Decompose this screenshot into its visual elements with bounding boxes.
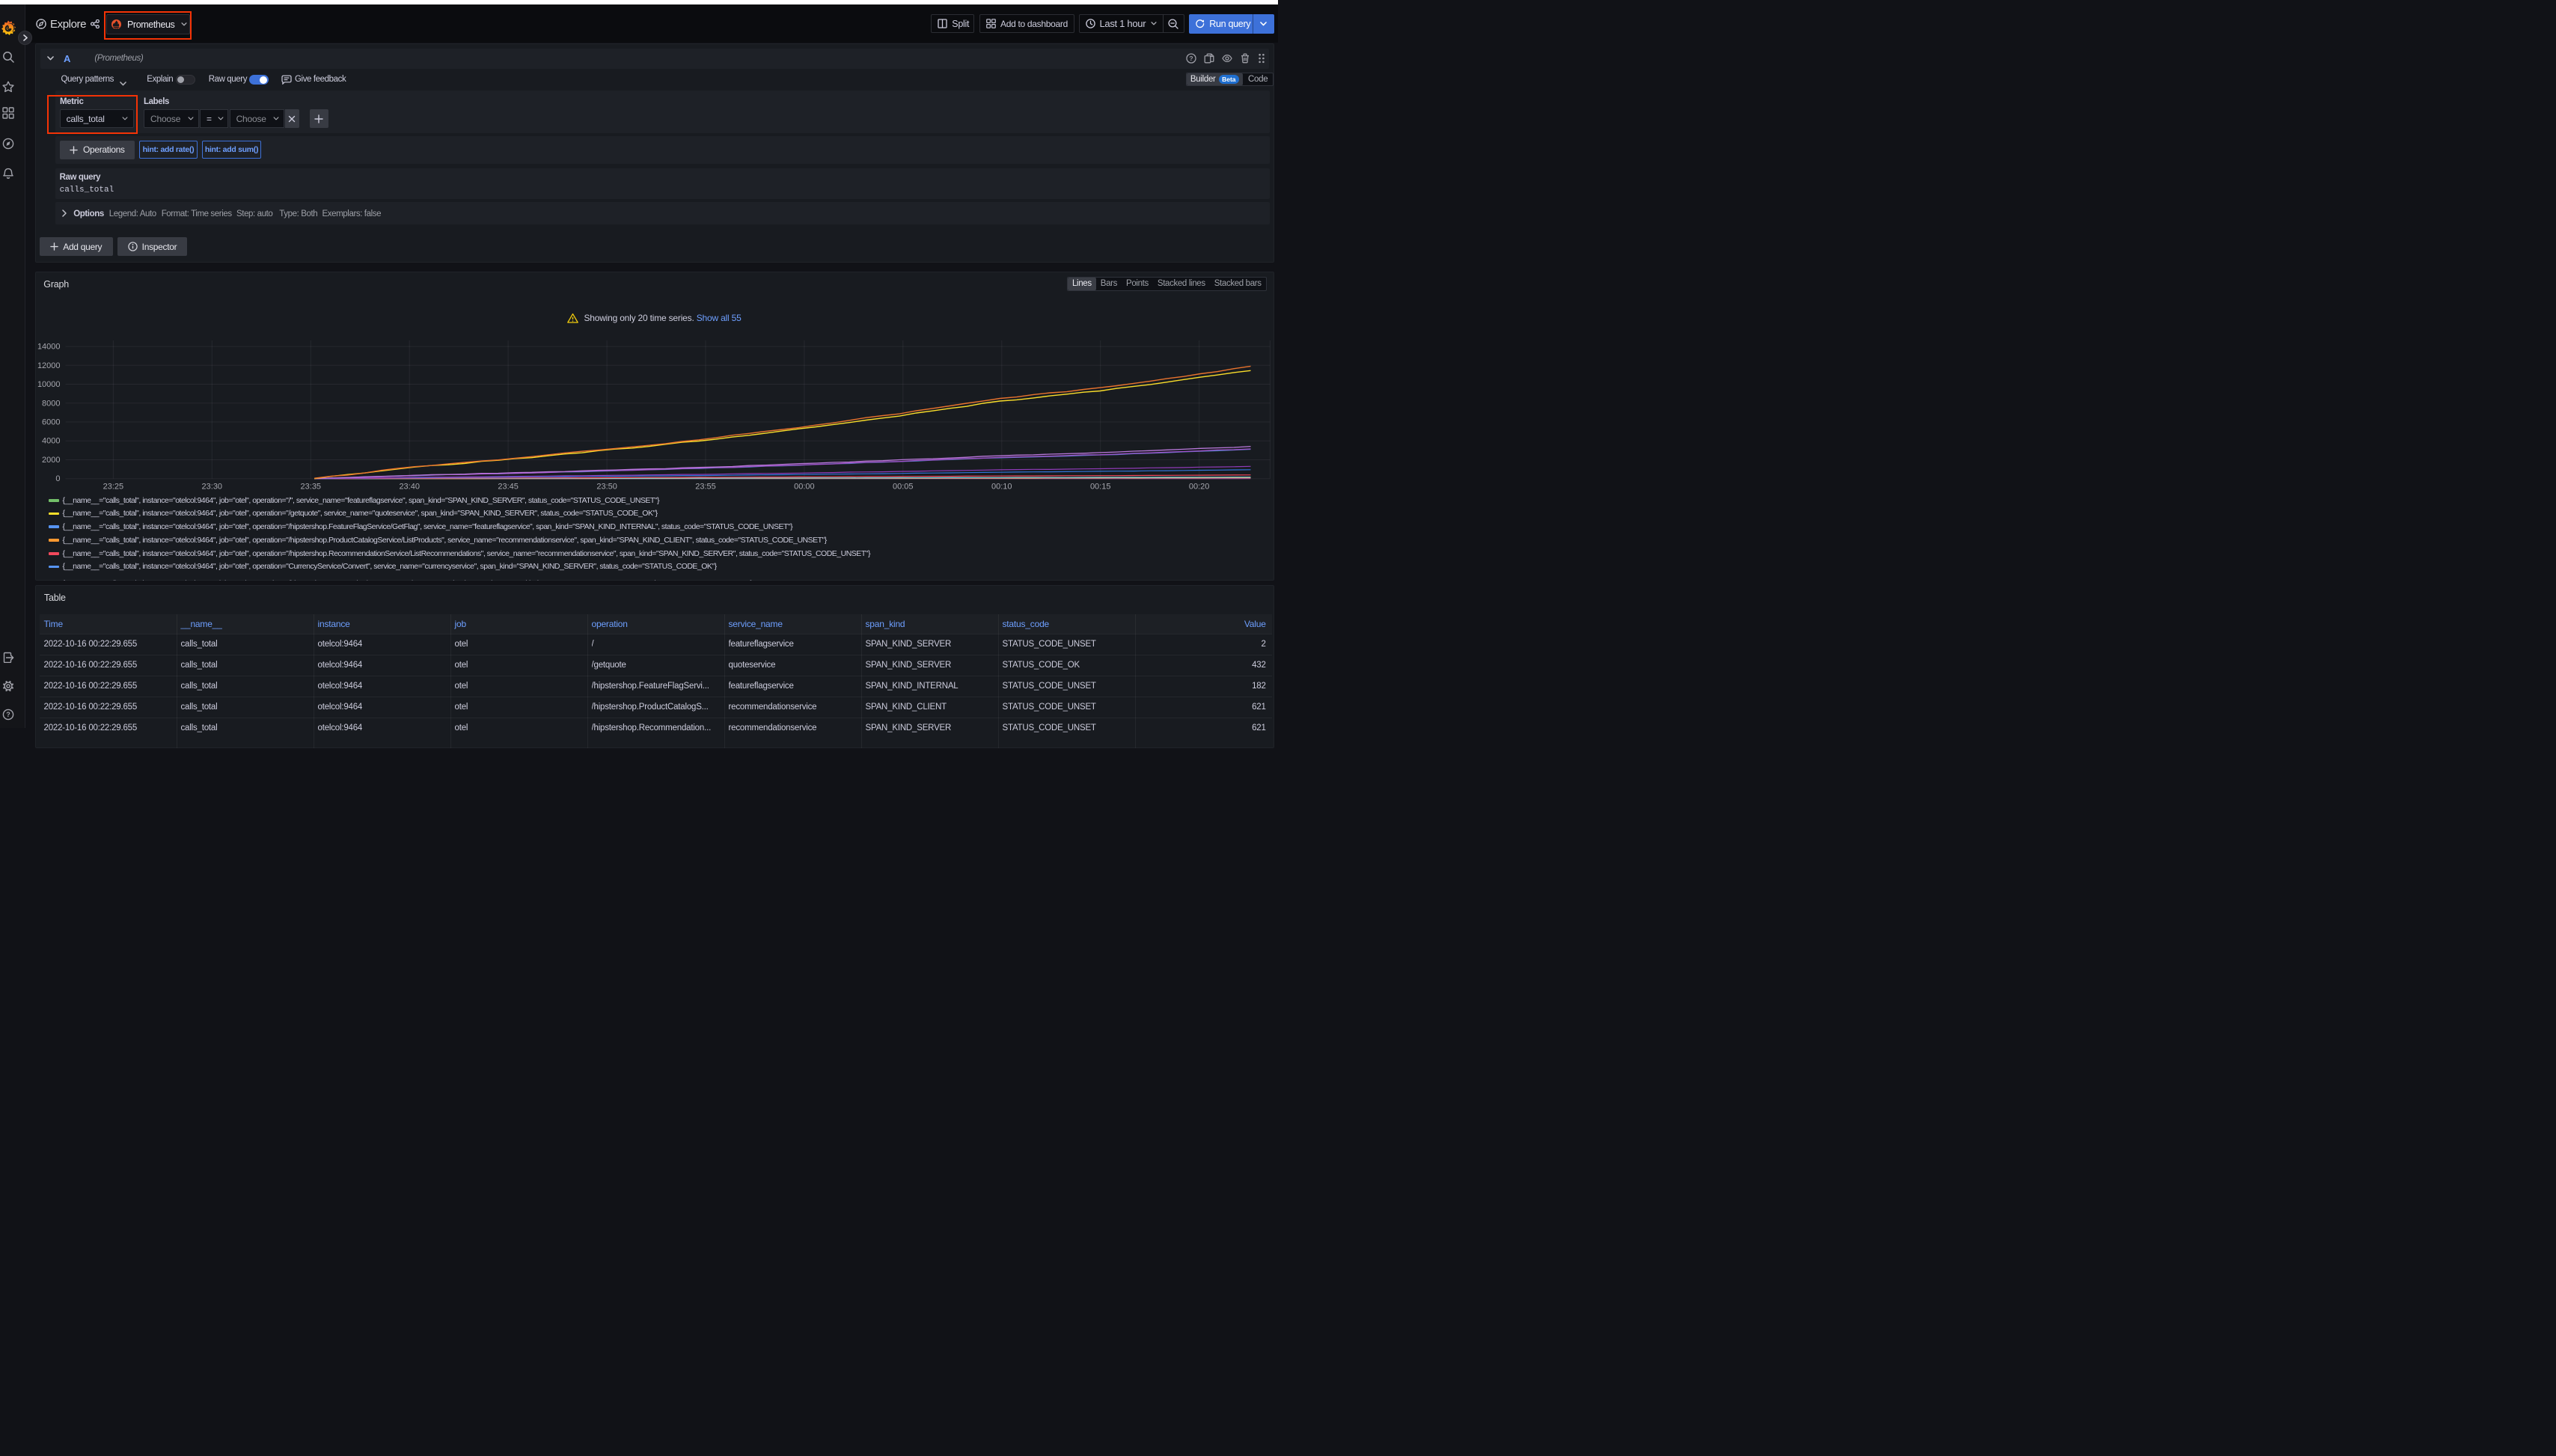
svg-text:6000: 6000 [42,417,60,426]
svg-text:23:55: 23:55 [695,482,716,491]
svg-text:10000: 10000 [37,380,60,389]
svg-text:00:00: 00:00 [794,482,815,491]
svg-text:23:40: 23:40 [399,482,420,491]
svg-text:00:20: 00:20 [1188,482,1209,491]
svg-text:23:30: 23:30 [201,482,222,491]
svg-text:23:50: 23:50 [596,482,617,491]
svg-text:23:35: 23:35 [300,482,321,491]
svg-text:23:25: 23:25 [103,482,123,491]
svg-text:23:45: 23:45 [498,482,519,491]
svg-text:12000: 12000 [37,361,60,370]
svg-text:14000: 14000 [37,343,60,352]
svg-text:?: ? [1189,55,1193,62]
svg-text:2000: 2000 [42,456,60,465]
svg-text:4000: 4000 [42,437,60,446]
svg-text:00:10: 00:10 [991,482,1012,491]
svg-text:0: 0 [55,474,60,483]
svg-text:8000: 8000 [42,399,60,408]
svg-text:00:15: 00:15 [1089,482,1110,491]
svg-text:00:05: 00:05 [893,482,914,491]
svg-text:?: ? [6,711,10,718]
